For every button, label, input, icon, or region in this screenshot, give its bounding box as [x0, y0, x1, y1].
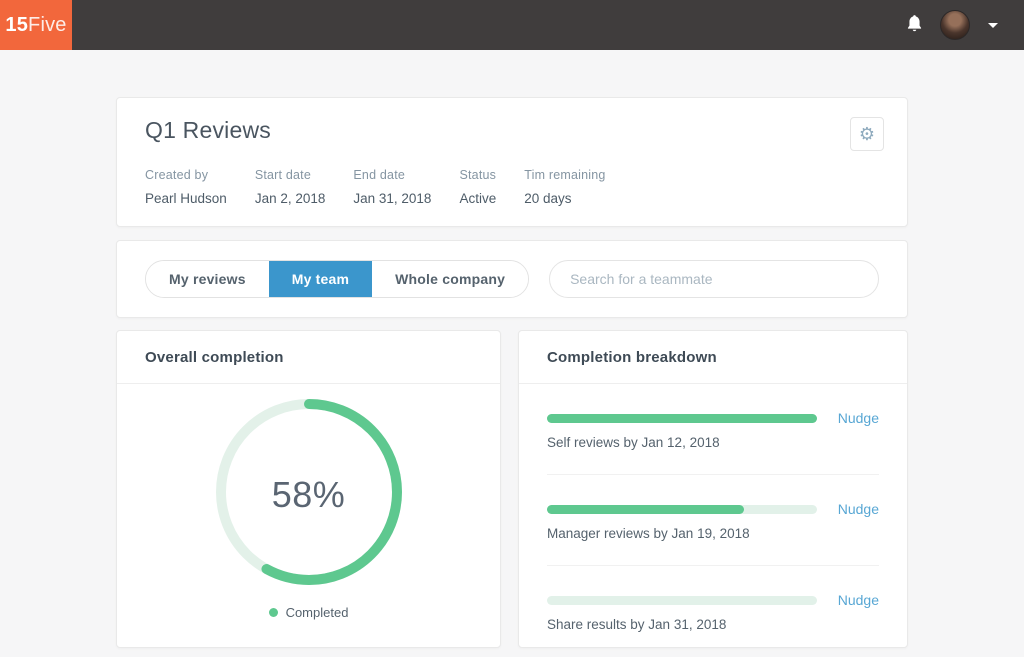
legend-label: Completed: [286, 605, 349, 620]
meta-label: End date: [353, 168, 431, 182]
card-title: Completion breakdown: [519, 331, 907, 384]
overall-completion-card: Overall completion 58% Completed: [116, 330, 501, 648]
logo-text-light: Five: [28, 14, 67, 37]
meta-end-date: End date Jan 31, 2018: [353, 168, 431, 206]
notifications-button[interactable]: [907, 15, 922, 35]
completion-breakdown-card: Completion breakdown Nudge Self reviews …: [518, 330, 908, 648]
tab-my-reviews[interactable]: My reviews: [146, 261, 269, 297]
meta-value: Active: [459, 191, 496, 206]
nudge-button[interactable]: Nudge: [833, 592, 879, 608]
main-content: Q1 Reviews ⚙ Created by Pearl Hudson Sta…: [116, 97, 908, 648]
review-meta: Created by Pearl Hudson Start date Jan 2…: [145, 168, 884, 206]
completion-percent: 58%: [216, 399, 402, 590]
completion-donut-chart: 58%: [216, 399, 402, 590]
completed-dot-icon: [269, 608, 278, 617]
user-avatar[interactable]: [940, 10, 970, 40]
scope-tabs: My reviews My team Whole company: [145, 260, 529, 298]
meta-label: Created by: [145, 168, 227, 182]
progress-fill: [547, 414, 817, 423]
meta-status: Status Active: [459, 168, 496, 206]
progress-track: [547, 505, 817, 514]
meta-start-date: Start date Jan 2, 2018: [255, 168, 326, 206]
logo-text-bold: 15: [5, 14, 28, 37]
tab-my-team[interactable]: My team: [269, 261, 372, 297]
breakdown-item-label: Self reviews by Jan 12, 2018: [547, 435, 879, 450]
meta-label: Tim remaining: [524, 168, 605, 182]
progress-fill: [547, 505, 744, 514]
top-navigation-bar: 15Five: [0, 0, 1024, 50]
chevron-down-icon[interactable]: [988, 23, 998, 28]
meta-created-by: Created by Pearl Hudson: [145, 168, 227, 206]
breakdown-item-manager-reviews: Nudge Manager reviews by Jan 19, 2018: [547, 475, 879, 566]
topbar-actions: [907, 10, 1024, 40]
meta-time-remaining: Tim remaining 20 days: [524, 168, 605, 206]
card-title: Overall completion: [117, 331, 500, 384]
meta-value: Jan 31, 2018: [353, 191, 431, 206]
meta-value: Jan 2, 2018: [255, 191, 326, 206]
review-summary-card: Q1 Reviews ⚙ Created by Pearl Hudson Sta…: [116, 97, 908, 227]
search-input[interactable]: [549, 260, 879, 298]
progress-track: [547, 596, 817, 605]
page-title: Q1 Reviews: [145, 117, 271, 144]
progress-track: [547, 414, 817, 423]
meta-label: Status: [459, 168, 496, 182]
breakdown-item-label: Manager reviews by Jan 19, 2018: [547, 526, 879, 541]
filter-bar-card: My reviews My team Whole company: [116, 240, 908, 318]
breakdown-item-share-results: Nudge Share results by Jan 31, 2018: [547, 566, 879, 656]
app-logo[interactable]: 15Five: [0, 0, 72, 50]
meta-value: Pearl Hudson: [145, 191, 227, 206]
donut-legend: Completed: [117, 605, 500, 620]
nudge-button[interactable]: Nudge: [833, 410, 879, 426]
breakdown-item-label: Share results by Jan 31, 2018: [547, 617, 879, 632]
settings-button[interactable]: ⚙: [850, 117, 884, 151]
meta-value: 20 days: [524, 191, 605, 206]
tab-whole-company[interactable]: Whole company: [372, 261, 528, 297]
meta-label: Start date: [255, 168, 326, 182]
gear-icon: ⚙: [859, 124, 875, 144]
nudge-button[interactable]: Nudge: [833, 501, 879, 517]
breakdown-item-self-reviews: Nudge Self reviews by Jan 12, 2018: [547, 384, 879, 475]
bell-icon: [907, 15, 922, 35]
